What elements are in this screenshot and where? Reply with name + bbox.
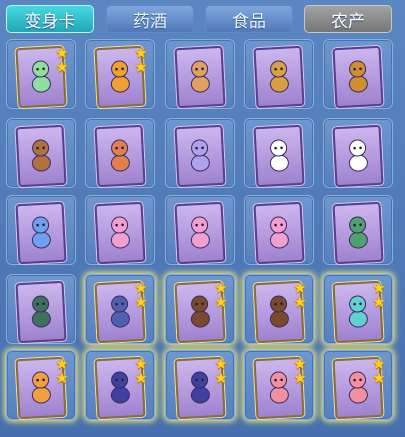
character-figure-icon: [31, 216, 51, 249]
star-rating: ★ ★: [213, 357, 229, 387]
item-slot[interactable]: [165, 118, 235, 188]
transform-card-icon: [253, 201, 305, 265]
inventory-panel: 变身卡 药酒 食品 农产 ★ ★ ★ ★ ★ ★ ★ ★ ★ ★ ★ ★ ★ ★ ★ ★ ★ ★ ★ ★ ★ ★: [0, 0, 405, 437]
star-icon: ★: [134, 369, 148, 387]
star-rating: ★ ★: [371, 357, 387, 387]
star-rating: ★ ★: [54, 357, 70, 387]
character-figure-icon: [190, 371, 210, 404]
star-icon: ★: [55, 58, 69, 76]
item-slot[interactable]: [323, 118, 393, 188]
star-rating: ★ ★: [54, 46, 70, 76]
character-figure-icon: [190, 216, 210, 249]
character-figure-icon: [348, 371, 368, 404]
star-icon: ★: [134, 293, 148, 311]
star-icon: ★: [293, 293, 307, 311]
item-slot[interactable]: [165, 195, 235, 265]
tab-food[interactable]: 食品: [205, 5, 293, 33]
item-slot[interactable]: ★ ★: [165, 350, 235, 420]
transform-card-icon: [15, 201, 67, 265]
transform-card-icon: [332, 124, 384, 188]
item-slot[interactable]: [6, 274, 76, 344]
character-figure-icon: [269, 371, 289, 404]
transform-card-icon: [174, 201, 226, 265]
star-icon: ★: [55, 369, 69, 387]
item-slot[interactable]: [323, 195, 393, 265]
transform-card-icon: [15, 124, 67, 188]
item-slot[interactable]: ★ ★: [244, 350, 314, 420]
character-figure-icon: [31, 139, 51, 172]
character-figure-icon: [190, 295, 210, 328]
character-figure-icon: [190, 60, 210, 93]
character-figure-icon: [348, 60, 368, 93]
star-rating: ★ ★: [213, 281, 229, 311]
item-slot[interactable]: ★ ★: [6, 39, 76, 109]
star-icon: ★: [293, 369, 307, 387]
star-icon: ★: [214, 293, 228, 311]
star-icon: ★: [372, 293, 386, 311]
star-rating: ★ ★: [133, 46, 149, 76]
transform-card-icon: [253, 124, 305, 188]
character-figure-icon: [110, 295, 130, 328]
character-figure-icon: [110, 60, 130, 93]
star-rating: ★ ★: [292, 281, 308, 311]
transform-card-icon: [253, 45, 305, 109]
transform-card-icon: [332, 201, 384, 265]
transform-card-icon: [15, 280, 67, 344]
item-slot[interactable]: [85, 195, 155, 265]
item-slot[interactable]: [6, 118, 76, 188]
item-slot[interactable]: [244, 39, 314, 109]
character-figure-icon: [269, 216, 289, 249]
character-figure-icon: [348, 295, 368, 328]
character-figure-icon: [110, 371, 130, 404]
character-figure-icon: [31, 371, 51, 404]
transform-card-icon: [332, 45, 384, 109]
character-figure-icon: [269, 60, 289, 93]
star-rating: ★ ★: [133, 357, 149, 387]
item-slot[interactable]: ★ ★: [85, 39, 155, 109]
tab-medicine-wine[interactable]: 药酒: [106, 5, 194, 33]
character-figure-icon: [348, 139, 368, 172]
star-rating: ★ ★: [371, 281, 387, 311]
character-figure-icon: [269, 295, 289, 328]
item-slot[interactable]: [244, 195, 314, 265]
tab-transform-cards[interactable]: 变身卡: [6, 5, 94, 33]
character-figure-icon: [110, 216, 130, 249]
character-figure-icon: [31, 295, 51, 328]
transform-card-icon: [94, 124, 146, 188]
item-slot[interactable]: [323, 39, 393, 109]
item-slot[interactable]: ★ ★: [6, 350, 76, 420]
character-figure-icon: [269, 139, 289, 172]
item-slot[interactable]: [165, 39, 235, 109]
category-tabs: 变身卡 药酒 食品 农产: [0, 0, 405, 38]
item-slot[interactable]: ★ ★: [165, 274, 235, 344]
tab-farm-produce[interactable]: 农产: [304, 5, 392, 33]
star-icon: ★: [134, 58, 148, 76]
character-figure-icon: [190, 139, 210, 172]
item-slot[interactable]: ★ ★: [85, 350, 155, 420]
transform-card-icon: [174, 124, 226, 188]
star-icon: ★: [372, 369, 386, 387]
character-figure-icon: [110, 139, 130, 172]
character-figure-icon: [31, 60, 51, 93]
transform-card-icon: [94, 201, 146, 265]
character-figure-icon: [348, 216, 368, 249]
item-slot[interactable]: ★ ★: [85, 274, 155, 344]
item-slot[interactable]: ★ ★: [244, 274, 314, 344]
star-icon: ★: [214, 369, 228, 387]
item-slot[interactable]: ★ ★: [323, 350, 393, 420]
transform-card-icon: [174, 45, 226, 109]
star-rating: ★ ★: [292, 357, 308, 387]
item-slot[interactable]: ★ ★: [323, 274, 393, 344]
item-slot[interactable]: [244, 118, 314, 188]
item-slot[interactable]: [6, 195, 76, 265]
star-rating: ★ ★: [133, 281, 149, 311]
item-slot[interactable]: [85, 118, 155, 188]
